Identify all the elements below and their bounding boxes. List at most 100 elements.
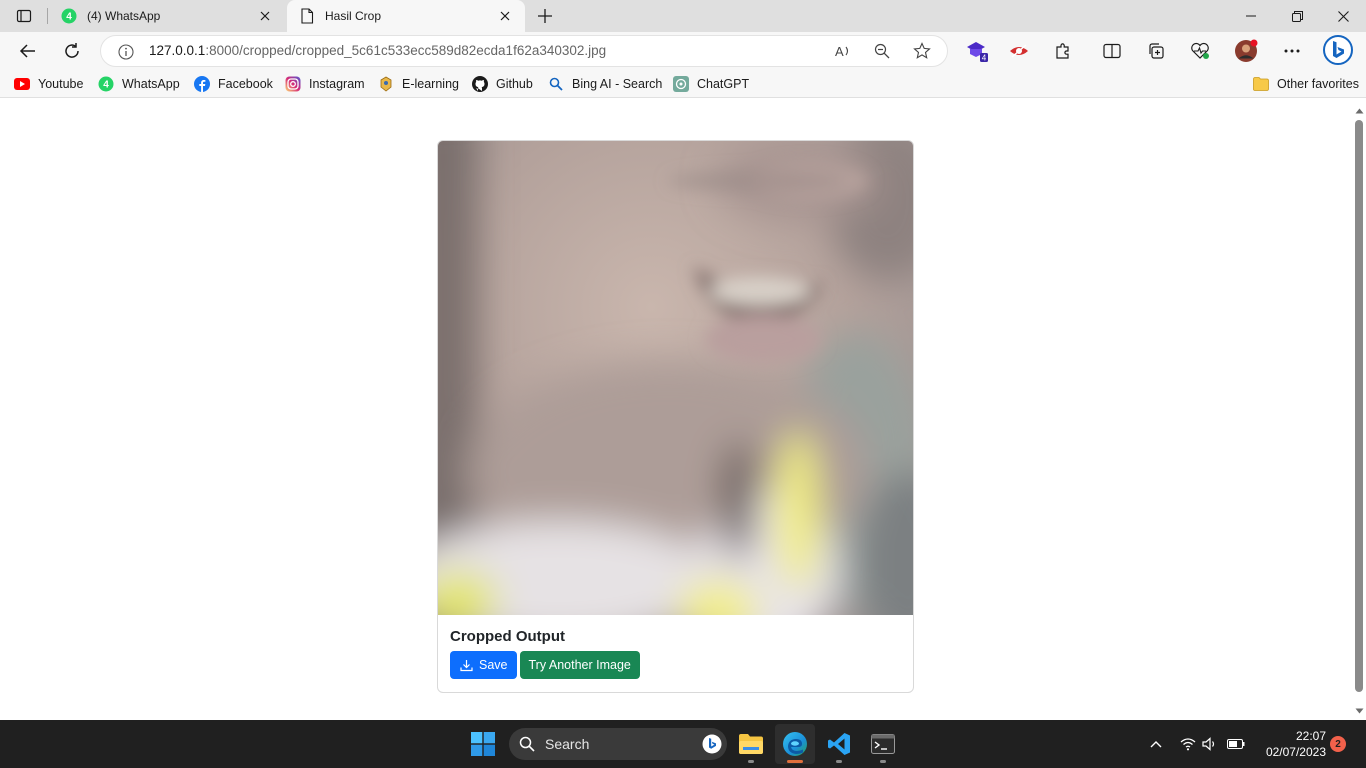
url-path: :8000/cropped/cropped_5c61c533ecc589d82e…	[205, 43, 607, 58]
extensions-button[interactable]	[1048, 36, 1078, 66]
bing-icon	[1323, 35, 1353, 65]
site-info-icon[interactable]	[117, 43, 135, 61]
page-scrollbar[interactable]	[1352, 102, 1366, 720]
tab-strip: 4 (4) WhatsApp Hasil Crop	[0, 0, 1366, 32]
app-running-indicator	[748, 760, 754, 763]
instagram-icon	[285, 76, 301, 92]
save-button[interactable]: Save	[450, 651, 517, 679]
cropped-output-card: Cropped Output Save Try Another Image	[437, 140, 914, 693]
browser-essentials-button[interactable]	[1185, 36, 1215, 66]
favorite-label: Other favorites	[1277, 77, 1359, 91]
card-body: Cropped Output Save Try Another Image	[450, 628, 640, 679]
bing-icon	[702, 734, 722, 754]
taskbar-search-label: Search	[545, 736, 590, 752]
url-host: 127.0.0.1	[149, 43, 206, 58]
wifi-status[interactable]	[1178, 732, 1198, 756]
restore-button[interactable]	[1274, 0, 1320, 32]
tab-title: (4) WhatsApp	[87, 9, 161, 23]
favorite-instagram[interactable]: Instagram	[285, 74, 365, 94]
arrow-left-icon	[19, 44, 35, 58]
cropped-image	[438, 141, 913, 615]
extension-shield-button[interactable]: 4	[961, 36, 991, 66]
try-another-image-button[interactable]: Try Another Image	[519, 651, 640, 679]
vscode-icon	[828, 733, 850, 755]
close-icon	[1337, 10, 1349, 22]
try-another-image-label: Try Another Image	[528, 658, 631, 672]
whatsapp-icon: 4	[61, 8, 77, 24]
chatgpt-icon	[673, 76, 689, 92]
favorite-chatgpt[interactable]: ChatGPT	[673, 74, 749, 94]
scroll-up-icon[interactable]	[1354, 106, 1364, 116]
whatsapp-icon: 4	[98, 76, 114, 92]
extension-badge: 4	[982, 54, 987, 63]
more-icon	[1284, 49, 1300, 53]
close-icon[interactable]	[257, 8, 273, 24]
favorite-label: Github	[496, 77, 533, 91]
favorite-star-icon[interactable]	[911, 40, 933, 62]
start-button[interactable]	[463, 724, 503, 764]
new-tab-button[interactable]	[533, 4, 557, 28]
refresh-button[interactable]	[57, 36, 87, 66]
favorite-e-learning[interactable]: E-learning	[378, 74, 459, 94]
svg-text:A: A	[835, 44, 844, 59]
battery-status[interactable]	[1225, 732, 1247, 756]
card-actions: Save Try Another Image	[450, 651, 640, 679]
download-icon	[459, 658, 473, 672]
e-learning-icon	[378, 76, 394, 92]
zoom-out-icon[interactable]	[871, 40, 893, 62]
edge-app[interactable]	[775, 724, 815, 764]
favorite-label: WhatsApp	[122, 77, 180, 91]
restore-icon	[1291, 10, 1303, 22]
address-bar[interactable]: 127.0.0.1:8000/cropped/cropped_5c61c533e…	[100, 35, 948, 67]
edge-icon	[783, 732, 807, 756]
navigation-toolbar: 127.0.0.1:8000/cropped/cropped_5c61c533e…	[0, 32, 1366, 70]
tab-whatsapp[interactable]: 4 (4) WhatsApp	[49, 0, 285, 32]
minimize-button[interactable]	[1228, 0, 1274, 32]
heart-pulse-icon	[1191, 42, 1209, 59]
file-explorer-app[interactable]	[731, 724, 771, 764]
favorite-facebook[interactable]: Facebook	[194, 74, 273, 94]
search-icon	[519, 736, 535, 752]
back-button[interactable]	[13, 36, 43, 66]
vscode-app[interactable]	[819, 724, 859, 764]
tab-actions-menu-button[interactable]	[9, 4, 39, 28]
close-icon[interactable]	[497, 8, 513, 24]
settings-menu-button[interactable]	[1277, 36, 1307, 66]
show-hidden-icons-button[interactable]	[1146, 732, 1166, 756]
scroll-down-icon[interactable]	[1354, 706, 1364, 716]
favorite-label: Bing AI - Search	[572, 77, 663, 91]
favorite-whatsapp[interactable]: 4 WhatsApp	[98, 74, 180, 94]
other-favorites-folder[interactable]: Other favorites	[1253, 74, 1359, 94]
terminal-icon	[871, 734, 895, 754]
profile-button[interactable]	[1231, 36, 1261, 66]
refresh-icon	[65, 43, 79, 58]
close-window-button[interactable]	[1320, 0, 1366, 32]
puzzle-icon	[1056, 43, 1069, 59]
system-clock[interactable]: 22:07 02/07/2023	[1256, 728, 1326, 760]
privacy-extension-button[interactable]	[1004, 36, 1034, 66]
folder-icon	[1253, 76, 1269, 92]
scrollbar-thumb[interactable]	[1355, 120, 1363, 692]
taskbar-search[interactable]: Search	[509, 728, 727, 760]
favorite-label: Facebook	[218, 77, 273, 91]
favorite-label: E-learning	[402, 77, 459, 91]
favorite-youtube[interactable]: Youtube	[14, 74, 83, 94]
collections-button[interactable]	[1141, 36, 1171, 66]
volume-status[interactable]	[1200, 732, 1220, 756]
bing-copilot-button[interactable]	[1321, 33, 1355, 67]
read-aloud-icon[interactable]: A	[832, 40, 854, 62]
app-running-indicator	[836, 760, 842, 763]
extension-shield-icon: 4	[967, 42, 988, 63]
chevron-up-icon	[1150, 741, 1162, 748]
terminal-app[interactable]	[863, 724, 903, 764]
avatar	[1235, 39, 1258, 62]
tab-hasil-crop[interactable]: Hasil Crop	[287, 0, 525, 32]
favorite-github[interactable]: Github	[472, 74, 533, 94]
url-text[interactable]: 127.0.0.1:8000/cropped/cropped_5c61c533e…	[149, 36, 606, 66]
notification-badge[interactable]: 2	[1330, 736, 1346, 752]
search-icon	[548, 76, 564, 92]
favorite-bing-ai-search[interactable]: Bing AI - Search	[548, 74, 662, 94]
windows-logo-icon	[471, 732, 495, 756]
split-screen-button[interactable]	[1097, 36, 1127, 66]
github-icon	[472, 76, 488, 92]
